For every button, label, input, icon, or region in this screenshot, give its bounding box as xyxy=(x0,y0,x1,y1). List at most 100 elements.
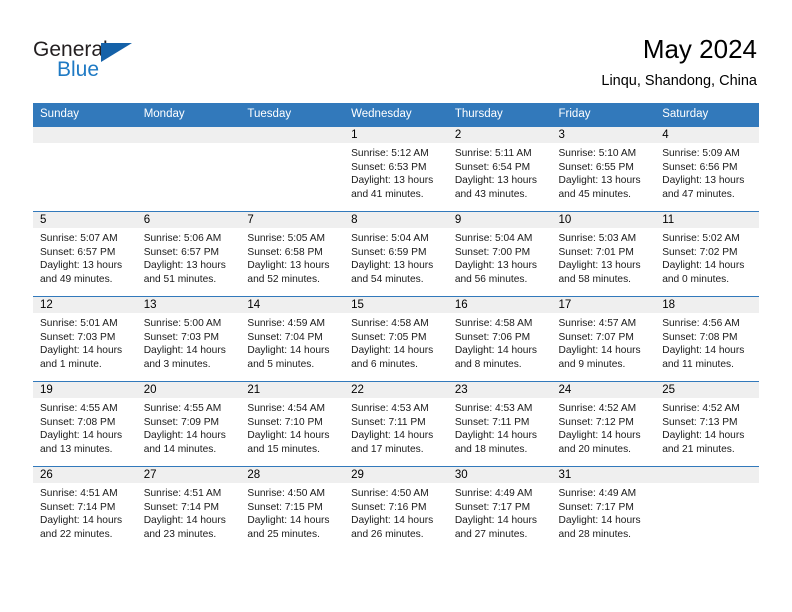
calendar-day-cell[interactable]: 12 Sunrise: 5:01 AM Sunset: 7:03 PM Dayligh… xyxy=(33,296,137,382)
daylight-text: Daylight: 14 hours and 5 minutes. xyxy=(247,345,330,370)
day-number: 4 xyxy=(655,127,759,143)
logo-text-blue: Blue xyxy=(57,58,100,81)
calendar-day-cell[interactable]: 19 Sunrise: 4:55 AM Sunset: 7:08 PM Dayligh… xyxy=(33,381,137,467)
day-number: 23 xyxy=(447,382,552,398)
sunrise-text: Sunrise: 4:58 AM xyxy=(351,318,429,329)
daylight-text: Daylight: 14 hours and 28 minutes. xyxy=(558,515,641,540)
calendar-day-cell[interactable]: 18 Sunrise: 4:56 AM Sunset: 7:08 PM Dayligh… xyxy=(655,296,759,382)
day-details: Sunrise: 5:10 AM Sunset: 6:55 PM Daylight:… xyxy=(552,143,656,201)
sunrise-text: Sunrise: 5:04 AM xyxy=(454,233,533,244)
sunrise-text: Sunrise: 4:51 AM xyxy=(143,488,222,499)
calendar-day-cell[interactable]: 17 Sunrise: 4:57 AM Sunset: 7:07 PM Dayligh… xyxy=(551,296,656,382)
sunset-text: Sunset: 7:01 PM xyxy=(558,246,634,258)
calendar-day-cell[interactable]: 4 Sunrise: 5:09 AM Sunset: 6:56 PM Daylight… xyxy=(655,126,759,212)
calendar-day-cell[interactable]: 31 Sunrise: 4:49 AM Sunset: 7:17 PM Dayligh… xyxy=(551,466,656,551)
calendar-day-cell[interactable]: 21 Sunrise: 4:54 AM Sunset: 7:10 PM Dayligh… xyxy=(240,381,345,467)
calendar-day-cell[interactable]: 28 Sunrise: 4:50 AM Sunset: 7:15 PM Dayligh… xyxy=(240,466,345,551)
day-number: 16 xyxy=(447,297,552,313)
day-details: Sunrise: 5:02 AM Sunset: 7:02 PM Daylight:… xyxy=(655,228,759,286)
sunset-text: Sunset: 6:54 PM xyxy=(454,161,531,173)
calendar-day-cell[interactable]: 25 Sunrise: 4:52 AM Sunset: 7:13 PM Dayligh… xyxy=(655,381,759,467)
day-details: Sunrise: 4:52 AM Sunset: 7:12 PM Daylight:… xyxy=(552,398,656,456)
calendar-day-cell[interactable]: 29 Sunrise: 4:50 AM Sunset: 7:16 PM Dayligh… xyxy=(344,466,448,551)
calendar-day-cell[interactable]: 27 Sunrise: 4:51 AM Sunset: 7:14 PM Dayligh… xyxy=(136,466,241,551)
day-number xyxy=(33,127,137,143)
daylight-text: Daylight: 13 hours and 51 minutes. xyxy=(143,260,226,285)
day-number: 10 xyxy=(551,212,656,228)
day-details: Sunrise: 4:58 AM Sunset: 7:06 PM Daylight:… xyxy=(448,313,552,371)
calendar-day-cell[interactable]: 16 Sunrise: 4:58 AM Sunset: 7:06 PM Dayligh… xyxy=(447,296,552,382)
calendar-day-cell[interactable]: 11 Sunrise: 5:02 AM Sunset: 7:02 PM Dayligh… xyxy=(655,211,759,297)
sunset-text: Sunset: 7:05 PM xyxy=(351,331,427,343)
calendar-day-cell[interactable]: 5 Sunrise: 5:07 AM Sunset: 6:57 PM Daylight… xyxy=(33,211,137,297)
sunset-text: Sunset: 7:14 PM xyxy=(40,501,116,513)
calendar-day-cell[interactable]: 24 Sunrise: 4:52 AM Sunset: 7:12 PM Dayligh… xyxy=(551,381,656,467)
calendar-week-row: 1 Sunrise: 5:12 AM Sunset: 6:53 PM Daylight… xyxy=(33,126,759,212)
daylight-text: Daylight: 14 hours and 26 minutes. xyxy=(351,515,434,540)
day-details: Sunrise: 5:01 AM Sunset: 7:03 PM Daylight:… xyxy=(33,313,137,371)
day-details: Sunrise: 4:50 AM Sunset: 7:15 PM Daylight:… xyxy=(240,483,344,541)
logo-triangle-icon xyxy=(101,43,132,62)
calendar-day-cell[interactable]: 8 Sunrise: 5:04 AM Sunset: 6:59 PM Daylight… xyxy=(344,211,448,297)
sunrise-text: Sunrise: 5:11 AM xyxy=(454,148,532,159)
calendar-day-cell[interactable]: 23 Sunrise: 4:53 AM Sunset: 7:11 PM Dayligh… xyxy=(447,381,552,467)
sunrise-text: Sunrise: 5:07 AM xyxy=(40,233,118,244)
sunrise-text: Sunrise: 4:58 AM xyxy=(454,318,533,329)
calendar-day-cell[interactable]: 2 Sunrise: 5:11 AM Sunset: 6:54 PM Daylight… xyxy=(447,126,552,212)
calendar-day-cell[interactable]: 1 Sunrise: 5:12 AM Sunset: 6:53 PM Daylight… xyxy=(344,126,448,212)
day-details: Sunrise: 4:51 AM Sunset: 7:14 PM Daylight:… xyxy=(137,483,241,541)
sunrise-text: Sunrise: 4:59 AM xyxy=(247,318,325,329)
day-number: 6 xyxy=(136,212,241,228)
calendar-day-cell[interactable]: 13 Sunrise: 5:00 AM Sunset: 7:03 PM Dayligh… xyxy=(136,296,241,382)
calendar-day-cell[interactable]: 14 Sunrise: 4:59 AM Sunset: 7:04 PM Dayligh… xyxy=(240,296,345,382)
day-details: Sunrise: 4:58 AM Sunset: 7:05 PM Daylight:… xyxy=(344,313,448,371)
calendar-day-cell[interactable]: 3 Sunrise: 5:10 AM Sunset: 6:55 PM Daylight… xyxy=(551,126,656,212)
weekday-header-row: Sunday Monday Tuesday Wednesday Thursday… xyxy=(33,103,759,127)
daylight-text: Daylight: 13 hours and 41 minutes. xyxy=(351,175,434,200)
day-details: Sunrise: 5:09 AM Sunset: 6:56 PM Daylight:… xyxy=(655,143,759,201)
sunset-text: Sunset: 7:17 PM xyxy=(558,501,634,513)
sunset-text: Sunset: 6:58 PM xyxy=(247,246,323,258)
day-details: Sunrise: 4:53 AM Sunset: 7:11 PM Daylight:… xyxy=(344,398,448,456)
sunset-text: Sunset: 7:10 PM xyxy=(247,416,323,428)
calendar-day-cell[interactable]: 26 Sunrise: 4:51 AM Sunset: 7:14 PM Dayligh… xyxy=(33,466,137,551)
general-blue-logo[interactable]: General Blue xyxy=(33,38,153,84)
sunset-text: Sunset: 6:59 PM xyxy=(351,246,427,258)
sunset-text: Sunset: 7:08 PM xyxy=(662,331,738,343)
day-details: Sunrise: 4:57 AM Sunset: 7:07 PM Daylight:… xyxy=(552,313,656,371)
calendar-day-cell[interactable]: 7 Sunrise: 5:05 AM Sunset: 6:58 PM Daylight… xyxy=(240,211,345,297)
calendar-day-cell[interactable]: 9 Sunrise: 5:04 AM Sunset: 7:00 PM Daylight… xyxy=(447,211,552,297)
day-details: Sunrise: 4:56 AM Sunset: 7:08 PM Daylight:… xyxy=(655,313,759,371)
daylight-text: Daylight: 14 hours and 22 minutes. xyxy=(40,515,123,540)
day-details: Sunrise: 5:05 AM Sunset: 6:58 PM Daylight:… xyxy=(240,228,344,286)
day-details: Sunrise: 4:51 AM Sunset: 7:14 PM Daylight:… xyxy=(33,483,137,541)
day-number: 27 xyxy=(136,467,241,483)
sunrise-text: Sunrise: 4:56 AM xyxy=(662,318,740,329)
page-header: General Blue May 2024 Linqu, Shandong, C… xyxy=(0,0,792,100)
day-details: Sunrise: 4:53 AM Sunset: 7:11 PM Daylight:… xyxy=(448,398,552,456)
daylight-text: Daylight: 14 hours and 15 minutes. xyxy=(247,430,330,455)
daylight-text: Daylight: 13 hours and 43 minutes. xyxy=(454,175,537,200)
daylight-text: Daylight: 14 hours and 8 minutes. xyxy=(454,345,537,370)
calendar-day-cell[interactable]: 20 Sunrise: 4:55 AM Sunset: 7:09 PM Dayligh… xyxy=(136,381,241,467)
calendar-body: 1 Sunrise: 5:12 AM Sunset: 6:53 PM Daylight… xyxy=(33,126,759,551)
day-details: Sunrise: 4:50 AM Sunset: 7:16 PM Daylight:… xyxy=(344,483,448,541)
daylight-text: Daylight: 14 hours and 17 minutes. xyxy=(351,430,434,455)
calendar-day-cell[interactable]: 30 Sunrise: 4:49 AM Sunset: 7:17 PM Dayligh… xyxy=(447,466,552,551)
sunrise-text: Sunrise: 5:01 AM xyxy=(40,318,118,329)
day-details: Sunrise: 5:04 AM Sunset: 7:00 PM Daylight:… xyxy=(448,228,552,286)
sunset-text: Sunset: 6:53 PM xyxy=(351,161,427,173)
day-details: Sunrise: 4:49 AM Sunset: 7:17 PM Daylight:… xyxy=(552,483,656,541)
daylight-text: Daylight: 14 hours and 20 minutes. xyxy=(558,430,641,455)
sunset-text: Sunset: 6:56 PM xyxy=(662,161,738,173)
calendar-day-cell[interactable]: 6 Sunrise: 5:06 AM Sunset: 6:57 PM Daylight… xyxy=(136,211,241,297)
calendar-day-cell[interactable]: 15 Sunrise: 4:58 AM Sunset: 7:05 PM Dayligh… xyxy=(344,296,448,382)
day-details: Sunrise: 4:49 AM Sunset: 7:17 PM Daylight:… xyxy=(448,483,552,541)
calendar-day-cell-empty xyxy=(655,466,759,551)
daylight-text: Daylight: 14 hours and 3 minutes. xyxy=(143,345,226,370)
calendar-day-cell[interactable]: 22 Sunrise: 4:53 AM Sunset: 7:11 PM Dayligh… xyxy=(344,381,448,467)
weekday-header-thursday: Thursday xyxy=(447,103,552,127)
day-number: 22 xyxy=(344,382,448,398)
calendar-day-cell[interactable]: 10 Sunrise: 5:03 AM Sunset: 7:01 PM Dayligh… xyxy=(551,211,656,297)
sunset-text: Sunset: 6:55 PM xyxy=(558,161,634,173)
